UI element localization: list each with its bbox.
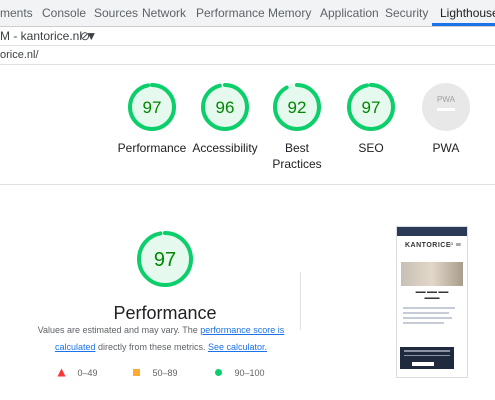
menu-icon: ⌕ ☰ [449,241,461,248]
category-gauges: 97 Performance 96 Accessibility 92 Best … [0,64,495,185]
legend-range: 0–49 [77,368,98,378]
page-screenshot-thumbnail[interactable]: KANTORICE ⌕ ☰ ▬▬ ▬▬ ▬▬ ▬▬▬ [396,226,468,378]
triangle-icon [57,368,66,377]
lighthouse-toolbar: M - kantorice.nl ▼ ⊘ [0,27,495,46]
gauge-score: 96 [216,98,235,117]
performance-title: Performance [113,303,217,323]
gauge-label: Accessibility [192,141,258,155]
legend-pass: 90–100 [215,368,265,378]
gauge-accessibility[interactable]: 96 Accessibility [185,82,265,156]
square-icon [133,369,140,376]
gauge-performance[interactable]: 97 Performance [112,82,192,156]
desc-text: Values are estimated and may vary. The [37,325,201,335]
thumb-cookie-banner [400,347,454,369]
tab-performance[interactable]: Performance [196,6,265,20]
gauge-score: 97 [143,98,162,117]
gauge-label: Performance [117,141,187,155]
page-url: orice.nl/ [0,49,39,61]
active-tab-indicator [432,23,495,26]
gauge-ring: 97 [128,83,176,131]
pwa-badge: PWA [422,83,470,131]
gauge-score: 92 [288,98,307,117]
circle-icon [215,369,222,376]
see-calculator-link[interactable]: See calculator. [208,342,267,352]
gauge-pwa[interactable]: PWA PWA [406,82,486,156]
pwa-dash-icon [437,108,455,111]
clear-icon[interactable]: ⊘ [80,29,90,43]
gauge-seo[interactable]: 97 SEO [331,82,411,156]
legend-fail: 0–49 [57,368,98,378]
thumb-lines [403,307,461,324]
thumb-logo: KANTORICE [405,242,451,249]
thumb-topbar [397,227,467,236]
legend-range: 90–100 [234,368,265,378]
gauge-label: Best Practices [272,141,322,171]
thumb-nav: KANTORICE ⌕ ☰ [397,236,467,254]
performance-gauge: 97 [137,231,193,287]
gauge-ring: 96 [201,83,249,131]
gauge-ring: 92 [273,83,321,131]
gauge-score: 97 [362,98,381,117]
performance-description: Values are estimated and may vary. The p… [30,322,292,356]
section-divider [300,272,301,330]
tab-lighthouse[interactable]: Lighthouse [440,6,495,20]
tab-application[interactable]: Application [320,6,379,20]
desc-text: directly from these metrics. [95,342,208,352]
legend-average: 50–89 [133,368,178,378]
gauge-label: SEO [358,141,384,155]
url-row: orice.nl/ [0,46,495,65]
gauge-ring: 97 [347,83,395,131]
tab-network[interactable]: Network [142,6,186,20]
thumb-hero-image [401,262,463,286]
tab-sources[interactable]: Sources [94,6,138,20]
thumb-accept-button [412,362,434,366]
gauge-best-practices[interactable]: 92 Best Practices [257,82,337,172]
performance-score: 97 [154,249,176,271]
tab-security[interactable]: Security [385,6,428,20]
tab-memory[interactable]: Memory [268,6,311,20]
gauge-label: PWA [432,141,460,155]
performance-section: 97 Performance [30,230,300,324]
tab-elements[interactable]: ments [0,6,33,20]
legend-range: 50–89 [152,368,178,378]
pwa-badge-text: PWA [437,95,456,104]
tab-console[interactable]: Console [42,6,86,20]
thumb-heading: ▬▬ ▬▬ ▬▬ ▬▬▬ [415,289,449,301]
devtools-tab-bar: ments Console Sources Network Performanc… [0,0,495,27]
